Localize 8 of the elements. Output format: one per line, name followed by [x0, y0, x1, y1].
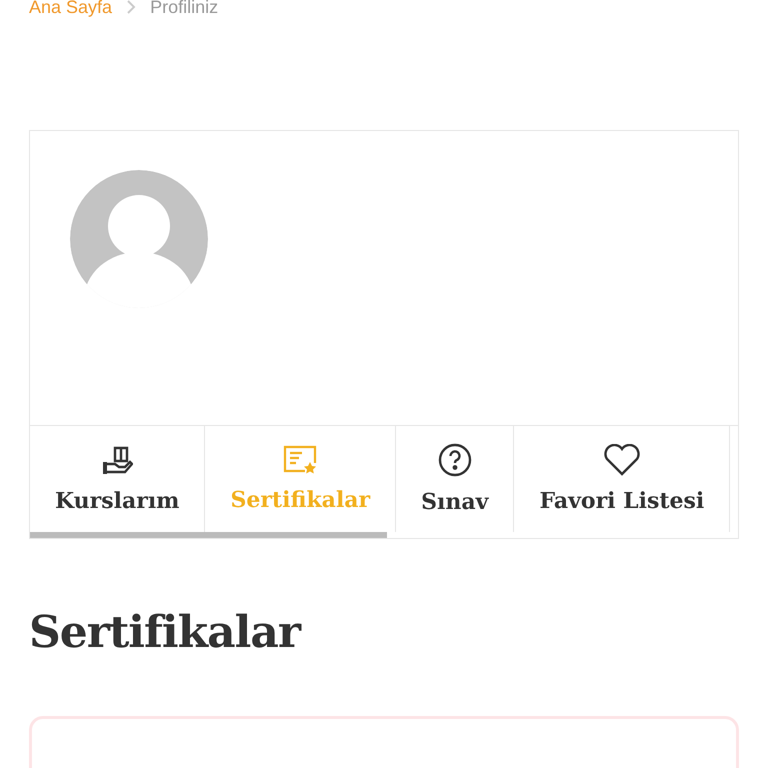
- chevron-icon: [126, 0, 136, 14]
- breadcrumb-current: Profiliniz: [150, 0, 218, 14]
- question-icon: [438, 443, 472, 477]
- certificate-icon: [283, 445, 318, 475]
- avatar-icon: [70, 170, 208, 308]
- section-heading: Sertifikalar: [29, 607, 302, 658]
- heart-icon: [602, 444, 641, 476]
- book-hand-icon: [101, 444, 134, 476]
